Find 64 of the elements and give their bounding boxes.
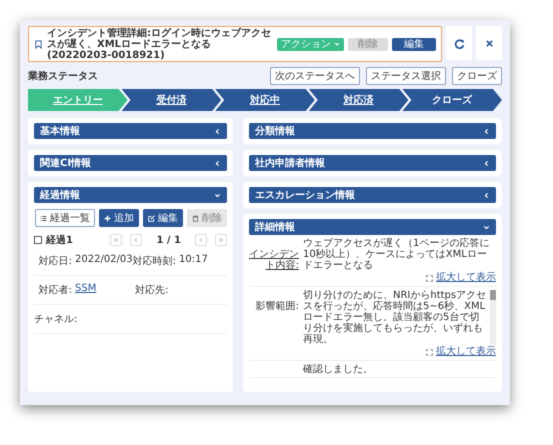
section-title: エスカレーション情報 (255, 188, 355, 202)
field-label: 対応先: (134, 284, 168, 297)
refresh-icon (454, 38, 464, 48)
field-label: 対応日: (38, 254, 72, 268)
previous-page-button[interactable] (130, 234, 142, 246)
plus-icon (104, 214, 111, 222)
list-icon (40, 214, 47, 222)
section-title: 詳細情報 (255, 220, 295, 234)
edit-icon (148, 214, 155, 222)
section-title: 関連CI情報 (40, 156, 92, 170)
expand-icon (426, 348, 433, 356)
expand-icon (426, 274, 433, 282)
last-page-icon (218, 237, 224, 243)
status-button[interactable]: 次のステータスへ (270, 67, 360, 85)
edit-button[interactable]: 編集 (143, 209, 183, 227)
entry-label: 経過1 (46, 234, 74, 247)
scrollbar[interactable] (490, 290, 496, 345)
section-header[interactable]: 関連CI情報 (34, 155, 227, 171)
field-label: 影響範囲: (254, 300, 299, 314)
field-label: 対応時刻: (132, 254, 176, 268)
add-button[interactable]: 追加 (99, 209, 139, 227)
field-label: チャネル: (34, 313, 78, 326)
section-title: 社内申請者情報 (255, 156, 325, 170)
last-page-button[interactable] (215, 234, 227, 246)
checkbox[interactable] (34, 236, 42, 244)
next-page-icon (198, 237, 204, 243)
field-label: 対応者: (38, 284, 72, 297)
status-button[interactable]: クローズ (452, 67, 502, 85)
field-value: 2022/02/03 (75, 254, 133, 265)
section-header[interactable]: エスカレーション情報 (249, 187, 496, 203)
status-step[interactable]: クローズ (402, 89, 502, 111)
status-step[interactable]: 対応中 (215, 89, 315, 111)
section-title: 基本情報 (40, 124, 80, 138)
next-page-button[interactable] (195, 234, 207, 246)
previous-page-icon (133, 237, 140, 243)
edit-button[interactable]: 編集 (392, 38, 436, 50)
field-link[interactable]: SSM (75, 283, 96, 297)
field-label: インシデント内容: (249, 248, 299, 273)
bookmark-icon (34, 40, 43, 48)
first-page-icon (113, 237, 120, 243)
section-title: 分類情報 (255, 124, 295, 138)
first-page-button[interactable] (110, 234, 122, 246)
status-step[interactable]: 対応済 (308, 89, 408, 111)
close-button[interactable] (476, 26, 502, 60)
section-header[interactable]: 基本情報 (34, 123, 227, 139)
field-text: 確認しました。 (303, 364, 374, 375)
trash-icon (192, 214, 199, 222)
close-icon (484, 38, 494, 48)
chevron-down-icon (334, 41, 340, 47)
section-header[interactable]: 経過情報 (34, 187, 227, 203)
refresh-button[interactable] (446, 26, 472, 60)
field-text: 切り分けのために、NRIからhttpsアクセスを行ったが、応答時間は5~6秒、XMLロードエラー無し。該当顧客の5台で切り分けを実施してもらったが、いずれも再現。 (303, 290, 487, 345)
status-step[interactable]: 受付済 (122, 89, 222, 111)
field-value: 10:17 (179, 254, 208, 267)
status-button[interactable]: ステータス選択 (366, 67, 446, 85)
section-title: 経過情報 (40, 188, 80, 202)
page-title: インシデント管理詳細:ログイン時にウェブアクセスが遅く、XMLロードエラーとなる(20220203-0018921) (47, 27, 272, 61)
list-button[interactable]: 経過一覧 (35, 209, 95, 227)
section-header[interactable]: 社内申請者情報 (249, 155, 496, 171)
field-text: ウェブアクセスが遅く（1ページの応答に10秒以上）、ケースによってはXMLロードエラーとなる (303, 238, 490, 271)
status-label: 業務ステータス (28, 70, 98, 83)
page-indicator: 1 / 1 (156, 234, 181, 246)
section-header[interactable]: 詳細情報 (249, 219, 496, 235)
section-header[interactable]: 分類情報 (249, 123, 496, 139)
